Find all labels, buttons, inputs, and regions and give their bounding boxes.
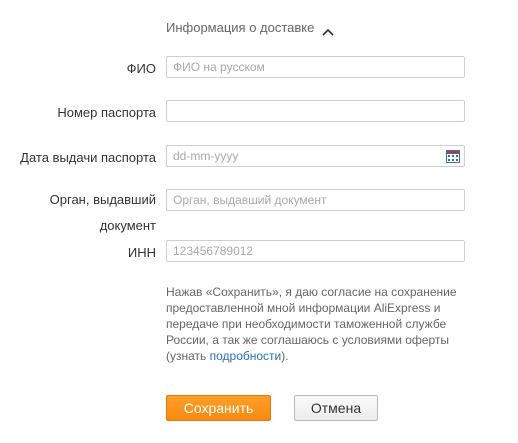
calendar-icon[interactable] <box>446 150 460 163</box>
authority-label-line1: Орган, выдавший <box>49 192 156 207</box>
inn-field-wrapper <box>166 240 465 262</box>
consent-text: Нажав «Сохранить», я даю согласие на сох… <box>166 284 476 364</box>
issue-date-label: Дата выдачи паспорта <box>20 150 156 165</box>
inn-label: ИНН <box>127 245 156 260</box>
issue-date-input[interactable] <box>167 146 464 166</box>
fio-input[interactable] <box>167 57 464 77</box>
details-link[interactable]: подробности <box>210 349 282 363</box>
section-title: Информация о доставке <box>166 20 315 35</box>
fio-field-wrapper <box>166 56 465 78</box>
authority-input[interactable] <box>167 190 464 210</box>
passport-label: Номер паспорта <box>57 105 156 120</box>
fio-label: ФИО <box>126 61 156 76</box>
authority-label-line2: документ <box>99 218 156 233</box>
passport-field-wrapper <box>166 100 465 122</box>
save-button[interactable]: Сохранить <box>166 395 271 421</box>
delivery-info-toggle[interactable]: Информация о доставке <box>166 20 334 36</box>
consent-text-end: ). <box>281 349 289 363</box>
passport-number-input[interactable] <box>167 101 464 121</box>
authority-label: Орган, выдавший документ <box>50 187 156 239</box>
cancel-button[interactable]: Отмена <box>294 395 378 421</box>
authority-field-wrapper <box>166 189 465 211</box>
chevron-up-icon <box>322 24 334 36</box>
issue-date-field-wrapper <box>166 145 465 167</box>
inn-input[interactable] <box>167 241 464 261</box>
